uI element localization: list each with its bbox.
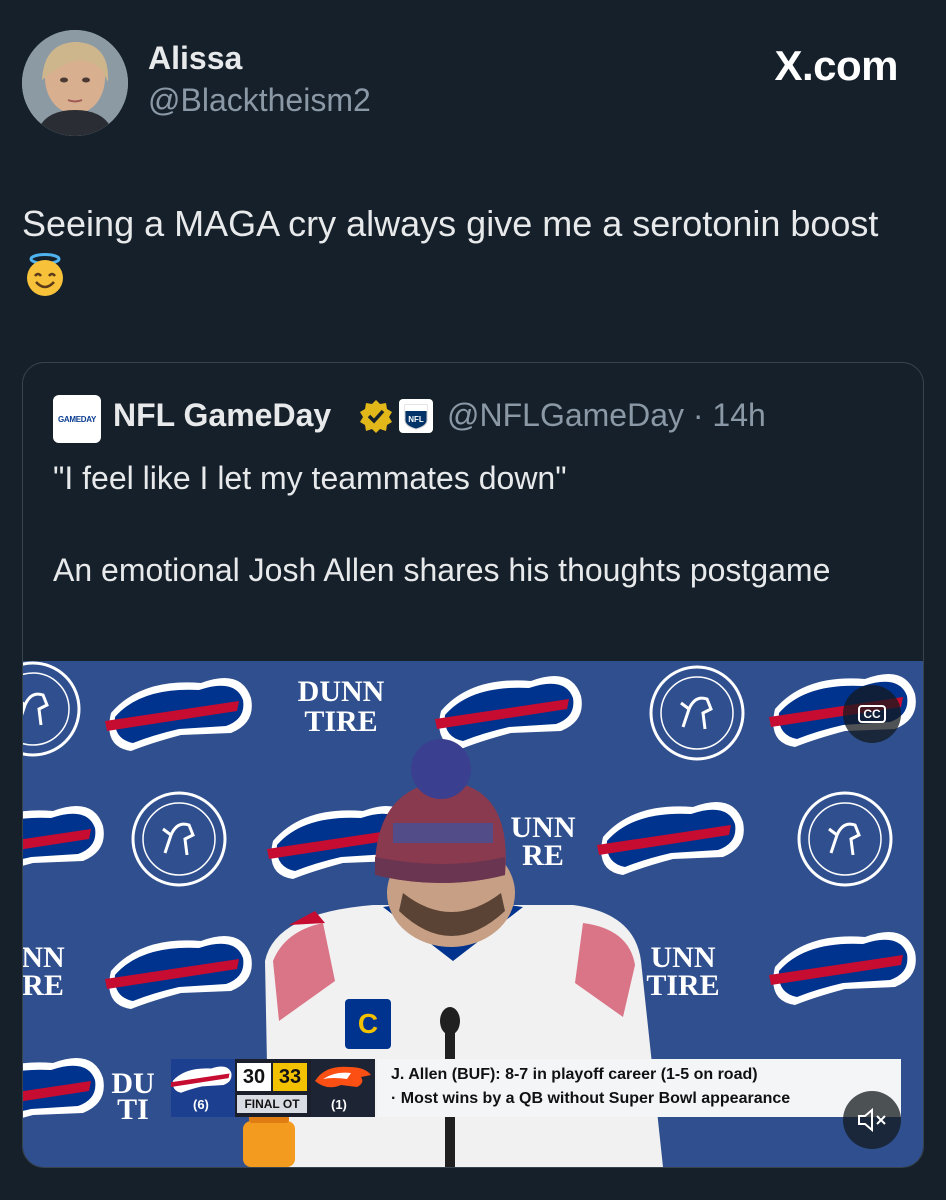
cc-icon: CC [858,705,886,723]
broncos-seed: (1) [331,1097,347,1112]
author-handle[interactable]: @Blacktheism2 [148,82,371,119]
svg-text:RE: RE [522,839,564,872]
post-text: Seeing a MAGA cry always give me a serot… [22,196,902,314]
speaker-muted-icon [858,1107,886,1133]
svg-text:NFL: NFL [408,415,424,424]
smiling-face-with-halo-icon [22,252,68,314]
x-logo: X.com [774,42,898,89]
bills-seed: (6) [193,1097,209,1112]
quoted-post[interactable]: GAMEDAY NFL GameDay NFL @NFLGameDay · 14… [22,362,924,1168]
mute-button[interactable] [843,1091,901,1149]
author-name[interactable]: Alissa [148,40,242,77]
quoted-text: "I feel like I let my teammates down" An… [53,455,893,593]
stat-line-2: · Most wins by a QB without Super Bowl a… [391,1090,791,1107]
post-header: Alissa @Blacktheism2 X.com [22,30,922,140]
stat-box: J. Allen (BUF): 8-7 in playoff career (1… [377,1059,901,1117]
author-avatar[interactable] [22,30,128,136]
quoted-text-line1: "I feel like I let my teammates down" [53,460,567,496]
stat-line-1: J. Allen (BUF): 8-7 in playoff career (1… [391,1066,758,1083]
nfl-affiliate-icon: NFL [399,399,433,433]
closed-captions-button[interactable]: CC [843,685,901,743]
scoreboard: (6) 30 33 FINAL OT (1) [168,1059,375,1117]
captain-patch: C [358,1008,378,1039]
avatar-photo [22,30,128,136]
quoted-account-name[interactable]: NFL GameDay [113,397,331,434]
backdrop-dunn: DUNN [298,675,385,708]
backdrop-tire: TIRE [304,705,377,738]
post-body: Seeing a MAGA cry always give me a serot… [22,203,879,244]
broncos-score: 33 [273,1063,307,1091]
svg-text:TIRE: TIRE [646,969,719,1002]
nfl-gameday-logo[interactable]: GAMEDAY [53,395,101,443]
score-chyron: (6) 30 33 FINAL OT (1) J. Allen (BUF): 8… [168,1059,901,1117]
quoted-text-line2: An emotional Josh Allen shares his thoug… [53,552,831,588]
verified-badge-icon [360,400,392,433]
game-status: FINAL OT [237,1095,307,1113]
svg-text:RE: RE [23,969,64,1002]
quoted-post-header: GAMEDAY NFL GameDay NFL @NFLGameDay · 14… [53,393,913,443]
bills-score: 30 [237,1063,271,1091]
video-player[interactable]: DUNN TIRE UNN RE NN RE UNN TIRE DU TI C … [23,661,923,1167]
quoted-handle-time[interactable]: @NFLGameDay · 14h [447,397,766,434]
svg-text:TI: TI [117,1093,149,1126]
